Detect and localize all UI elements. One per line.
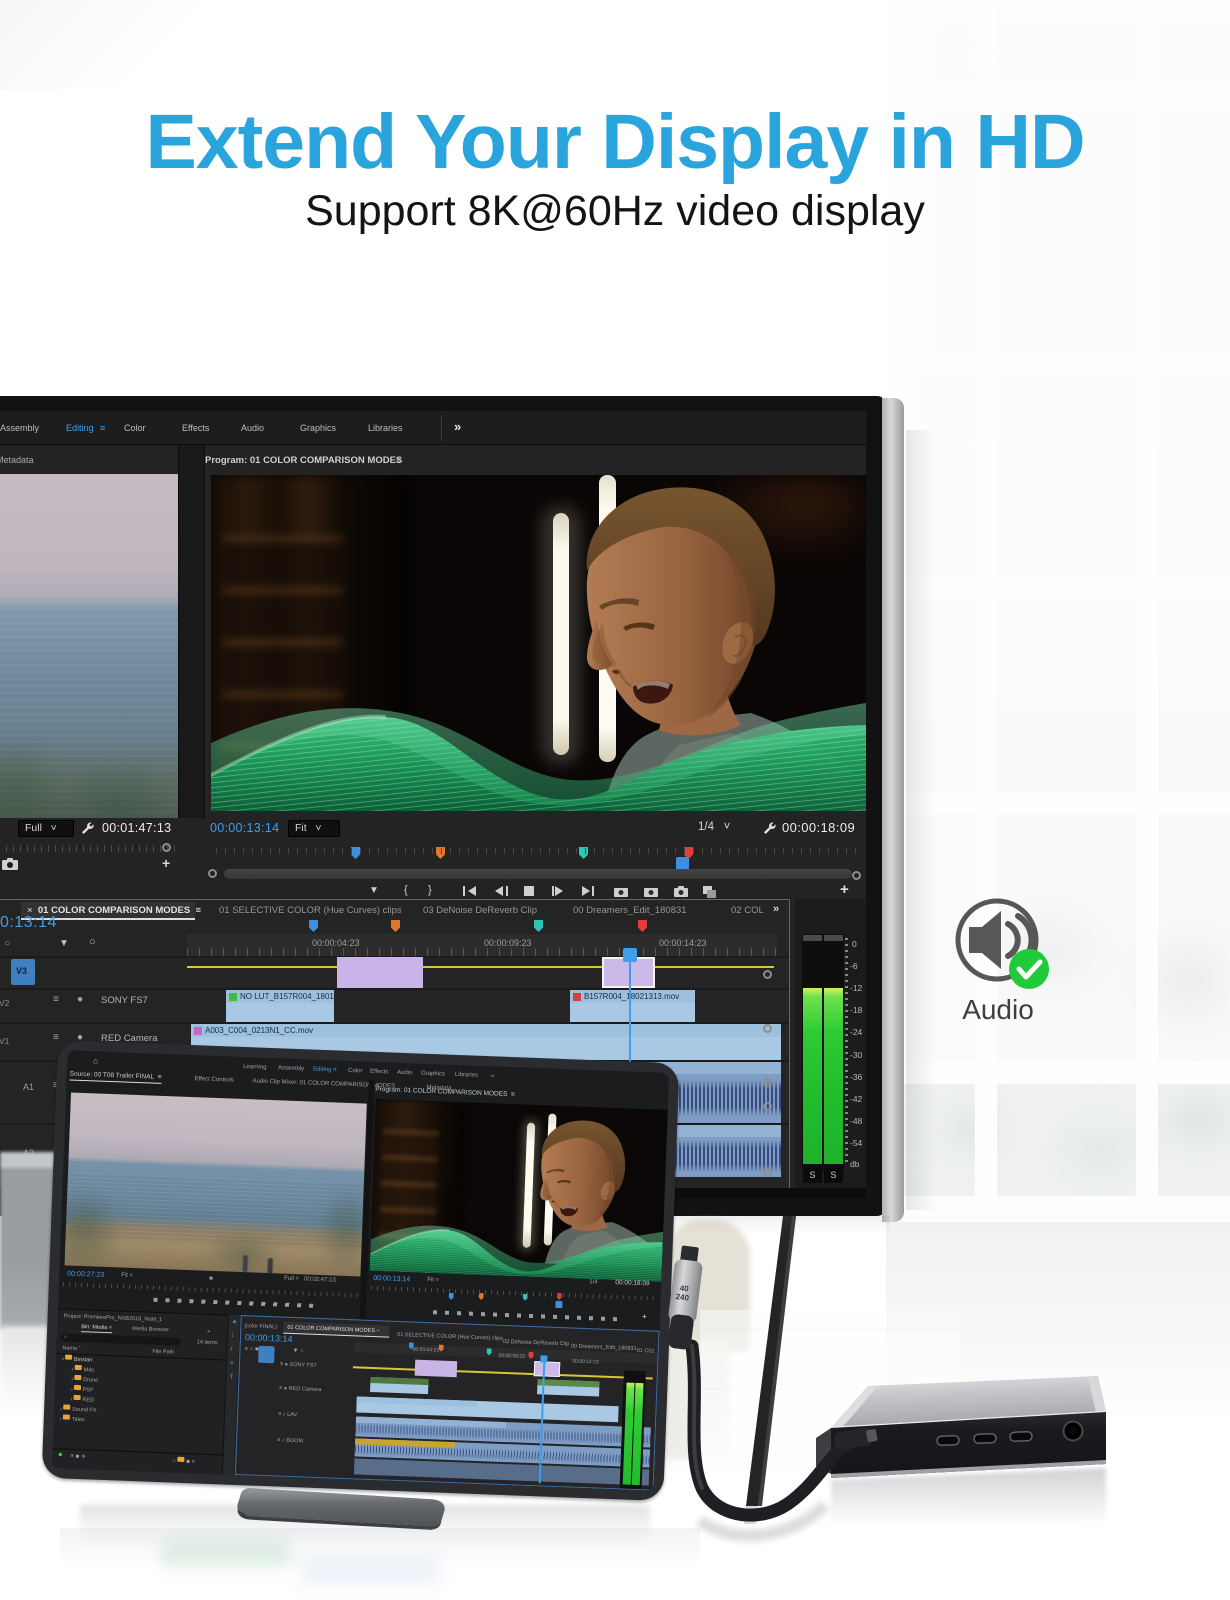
svg-text:240: 240 xyxy=(675,1292,690,1303)
